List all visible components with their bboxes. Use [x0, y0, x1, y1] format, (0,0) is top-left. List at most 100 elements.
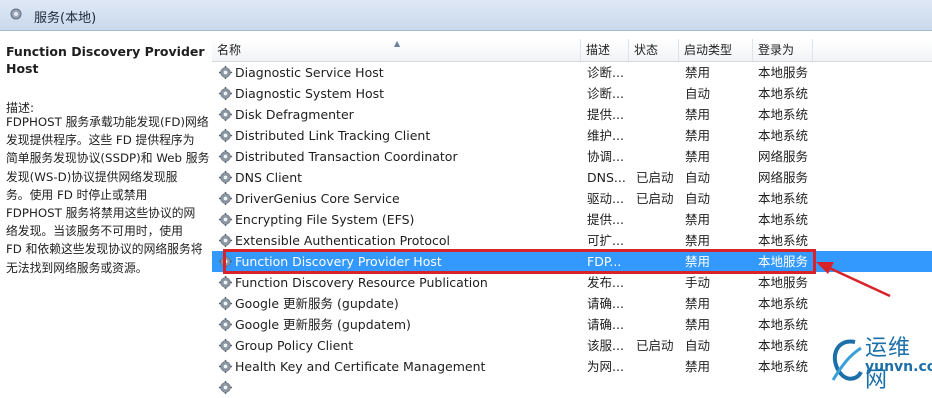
sort-ascending-icon: ▲	[394, 39, 401, 48]
column-header-startup-type[interactable]: 启动类型	[679, 39, 753, 61]
service-description: 该服...	[587, 338, 624, 353]
service-name: Diagnostic Service Host	[235, 65, 384, 80]
service-logon-as: 本地系统	[758, 128, 809, 143]
services-list[interactable]: 名称 ▲ 描述 状态 启动类型 登录为 Diagnostic Service H…	[212, 39, 932, 395]
service-gear-icon	[218, 380, 233, 395]
service-gear-icon	[218, 212, 233, 227]
description-line: 无法找到网络服务或资源。	[6, 260, 148, 275]
service-name: Distributed Link Tracking Client	[235, 128, 431, 143]
service-startup-type: 自动	[685, 170, 711, 185]
service-status	[636, 83, 680, 104]
service-description: 请确...	[587, 296, 624, 311]
service-row[interactable]: Google 更新服务 (gupdate) 请确... 禁用 本地系统	[212, 293, 932, 314]
watermark-text-en: yunvn.com	[865, 359, 932, 375]
service-name: Google 更新服务 (gupdate)	[235, 296, 399, 311]
service-description: 维护...	[587, 128, 624, 143]
service-name: Extensible Authentication Protocol	[235, 233, 450, 248]
service-name: Encrypting File System (EFS)	[235, 212, 415, 227]
service-row[interactable]: Health Key and Certificate Management 为网.…	[212, 356, 932, 377]
service-row[interactable]: Distributed Link Tracking Client 维护... 禁用 本…	[212, 125, 932, 146]
service-status	[636, 377, 680, 398]
service-row[interactable]: Diagnostic Service Host 诊断... 禁用 本地服务	[212, 62, 932, 83]
service-status	[636, 104, 680, 125]
service-logon-as: 本地系统	[758, 296, 809, 311]
service-description: 诊断...	[587, 65, 624, 80]
service-startup-type: 手动	[685, 275, 711, 290]
description-line: 发现提供程序。这些 FD 提供程序为	[6, 133, 195, 148]
service-gear-icon	[218, 128, 233, 143]
watermark-swirl-icon	[831, 339, 863, 381]
service-row[interactable]: DriverGenius Core Service 驱动... 已启动 自动 本地系统	[212, 188, 932, 209]
service-logon-as: 网络服务	[758, 170, 809, 185]
service-startup-type: 禁用	[685, 65, 711, 80]
service-startup-type: 禁用	[685, 296, 711, 311]
description-line: 络发现。当该服务不可用时，使用	[6, 224, 183, 239]
service-row[interactable]: Encrypting File System (EFS) 提供... 禁用 本地系统	[212, 209, 932, 230]
service-logon-as: 本地服务	[758, 65, 809, 80]
service-name: DriverGenius Core Service	[235, 191, 400, 206]
service-row[interactable]	[212, 377, 932, 398]
service-startup-type: 自动	[685, 86, 711, 101]
service-description: 驱动...	[587, 191, 624, 206]
column-header-logon[interactable]: 登录为	[753, 39, 813, 61]
service-row[interactable]: Google 更新服务 (gupdatem) 请确... 禁用 本地系统	[212, 314, 932, 335]
service-logon-as	[758, 377, 828, 398]
service-detail-pane: Function Discovery Provider Host 描述: FDP…	[0, 31, 212, 384]
service-status	[636, 230, 680, 251]
window-titlebar: 服务(本地)	[0, 0, 932, 31]
service-logon-as: 本地系统	[758, 86, 809, 101]
service-gear-icon	[218, 149, 233, 164]
description-line: FD 和依赖这些发现协议的网络服务将	[6, 242, 203, 257]
service-row[interactable]: Function Discovery Resource Publication 发…	[212, 272, 932, 293]
service-gear-icon	[218, 191, 233, 206]
service-gear-icon	[218, 296, 233, 311]
service-gear-icon	[218, 86, 233, 101]
service-status	[636, 146, 680, 167]
service-status	[636, 314, 680, 335]
service-status: 已启动	[636, 170, 674, 185]
service-gear-icon	[218, 233, 233, 248]
watermark-logo: 运维网 yunvn.com	[825, 330, 932, 393]
service-logon-as: 本地系统	[758, 212, 809, 227]
service-logon-as: 本地系统	[758, 233, 809, 248]
service-description	[587, 377, 635, 398]
service-gear-icon	[218, 107, 233, 122]
service-name: DNS Client	[235, 170, 303, 185]
service-logon-as: 本地服务	[758, 275, 809, 290]
service-description: 请确...	[587, 317, 624, 332]
service-description: 协调...	[587, 149, 624, 164]
service-startup-type: 禁用	[685, 212, 711, 227]
service-gear-icon	[218, 317, 233, 332]
service-logon-as: 本地系统	[758, 338, 809, 353]
description-line: FDPHOST 服务将禁用这些协议的网	[6, 206, 196, 221]
service-description: DNS...	[587, 170, 626, 185]
service-row[interactable]: DNS Client DNS... 已启动 自动 网络服务	[212, 167, 932, 188]
service-gear-icon	[218, 359, 233, 374]
column-header-description[interactable]: 描述	[581, 39, 629, 61]
service-startup-type: 自动	[685, 338, 711, 353]
service-gear-icon	[218, 275, 233, 290]
service-row[interactable]: Distributed Transaction Coordinator 协调...…	[212, 146, 932, 167]
service-name: Function Discovery Resource Publication	[235, 275, 488, 290]
service-startup-type: 禁用	[685, 128, 711, 143]
service-status	[636, 272, 680, 293]
description-line: 务。使用 FD 时停止或禁用	[6, 187, 148, 202]
service-name: Diagnostic System Host	[235, 86, 385, 101]
service-logon-as: 本地系统	[758, 317, 809, 332]
service-row[interactable]: Diagnostic System Host 诊断... 自动 本地系统	[212, 83, 932, 104]
service-gear-icon	[218, 65, 233, 80]
service-description: 为网...	[587, 359, 624, 374]
service-startup-type: 禁用	[685, 149, 711, 164]
service-startup-type: 禁用	[685, 107, 711, 122]
service-row[interactable]: Disk Defragmenter 提供... 禁用 本地系统	[212, 104, 932, 125]
service-row[interactable]: Group Policy Client 该服... 已启动 自动 本地系统	[212, 335, 932, 356]
service-name: Group Policy Client	[235, 338, 354, 353]
service-description: 提供...	[587, 107, 624, 122]
highlight-box	[223, 249, 816, 274]
service-row[interactable]: Extensible Authentication Protocol 可扩... 禁…	[212, 230, 932, 251]
service-status: 已启动	[636, 338, 674, 353]
service-gear-icon	[218, 170, 233, 185]
column-header-status[interactable]: 状态	[629, 39, 679, 61]
service-description: 诊断...	[587, 86, 624, 101]
service-logon-as: 本地系统	[758, 191, 809, 206]
